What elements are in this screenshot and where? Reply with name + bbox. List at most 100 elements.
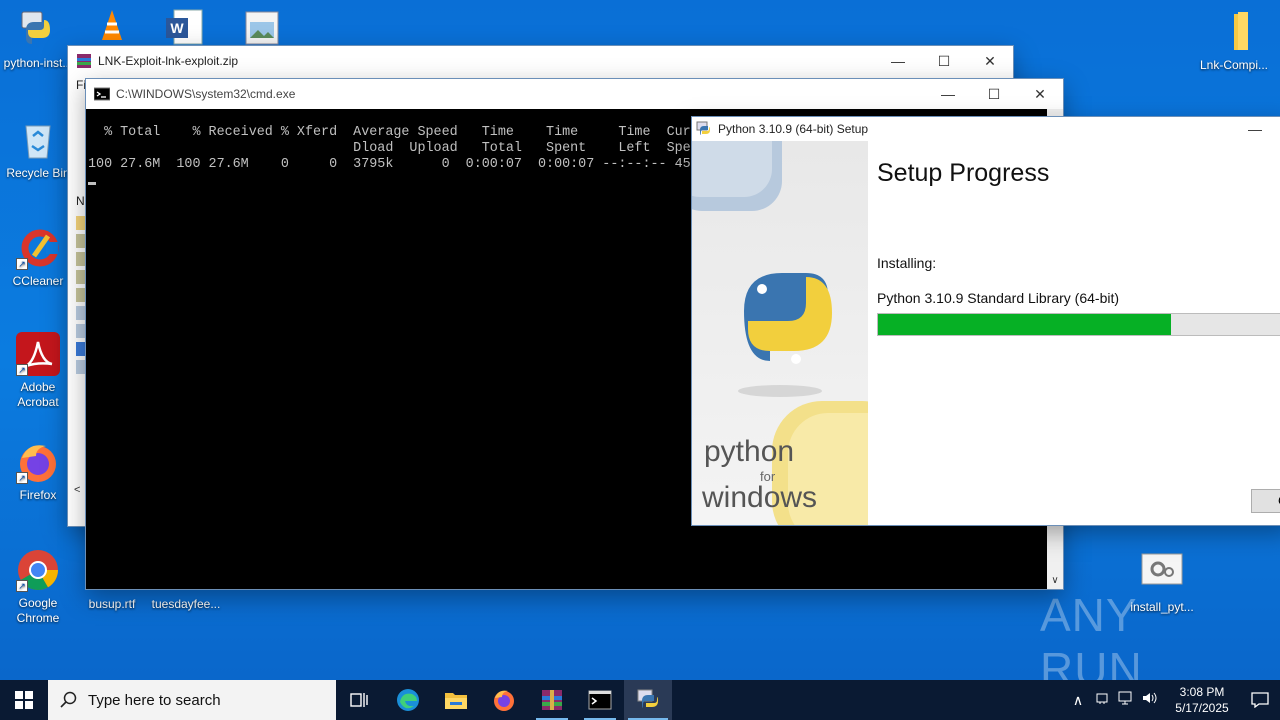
maximize-button[interactable]: ☐ <box>921 46 967 76</box>
tray-device-icon[interactable] <box>1090 691 1114 710</box>
notification-icon <box>1251 692 1269 708</box>
desktop-icon-vlc[interactable] <box>92 6 132 46</box>
minimize-button[interactable]: — <box>875 46 921 76</box>
chrome-icon: ↗ <box>16 548 60 592</box>
usb-device-icon <box>1096 693 1108 704</box>
install-progress-fill <box>878 314 1171 335</box>
winrar-column-header[interactable]: N <box>76 194 85 208</box>
taskbar-search-box[interactable]: Type here to search <box>48 680 336 720</box>
clock-time: 3:08 PM <box>1179 685 1225 699</box>
close-button[interactable]: ✕ <box>967 46 1013 76</box>
clock[interactable]: 3:08 PM 5/17/2025 <box>1164 684 1240 716</box>
desktop-icon-lnk-compi[interactable]: Lnk-Compi... <box>1196 10 1272 73</box>
file-row-icon <box>76 342 86 356</box>
start-button[interactable] <box>0 680 48 720</box>
vlc-icon <box>102 10 122 40</box>
desktop-icon-label: Google Chrome <box>16 596 60 625</box>
desktop-icon-firefox[interactable]: ↗ Firefox <box>0 440 76 503</box>
desktop-icon-recycle-bin[interactable]: Recycle Bin <box>0 118 76 181</box>
winrar-titlebar[interactable]: LNK-Exploit-lnk-exploit.zip — ☐ ✕ <box>68 46 1013 76</box>
taskbar-winrar[interactable] <box>528 680 576 720</box>
clock-date: 5/17/2025 <box>1175 701 1229 715</box>
taskbar-cmd[interactable] <box>576 680 624 720</box>
cmd-title: C:\WINDOWS\system32\cmd.exe <box>116 87 296 101</box>
action-center-icon[interactable] <box>1240 692 1280 708</box>
folder-icon <box>1212 10 1256 54</box>
install-progress-bar <box>877 313 1280 336</box>
taskbar-python-setup[interactable] <box>624 680 672 720</box>
shortcut-arrow-icon: ↗ <box>16 580 28 592</box>
scroll-left-arrow[interactable]: < <box>74 484 80 496</box>
file-row-icon <box>76 288 86 302</box>
python-setup-icon <box>696 121 712 137</box>
file-row-icon <box>76 216 86 230</box>
python-setup-icon <box>637 689 658 708</box>
desktop-icon-label: CCleaner <box>12 274 64 288</box>
desktop-icon-label: Recycle Bin <box>6 166 70 180</box>
word-document-icon: W <box>166 9 203 45</box>
setup-titlebar[interactable]: Python 3.10.9 (64-bit) Setup — <box>692 117 1280 141</box>
file-row-icon <box>76 252 86 266</box>
desktop-icon-label: python-inst... <box>3 56 73 70</box>
desktop-icon-label: Firefox <box>19 488 57 502</box>
edge-icon <box>397 689 419 711</box>
shortcut-arrow-icon: ↗ <box>16 258 28 270</box>
banner-python-word: python <box>704 435 795 468</box>
desktop-icon-google-chrome[interactable]: ↗ Google Chrome <box>0 548 76 626</box>
cancel-button[interactable]: C <box>1251 489 1280 513</box>
desktop-icon-label: Adobe Acrobat <box>17 380 59 409</box>
shortcut-arrow-icon: ↗ <box>16 364 28 376</box>
winrar-menu-fragment[interactable]: Fi <box>76 78 86 92</box>
installing-label: Installing: <box>877 255 937 271</box>
desktop-icon-python-installer[interactable]: python-inst... <box>0 8 76 71</box>
setup-title: Python 3.10.9 (64-bit) Setup <box>718 122 869 136</box>
recycle-bin-icon <box>16 118 60 162</box>
task-view-button[interactable] <box>336 680 384 720</box>
winrar-file-list <box>76 216 86 378</box>
file-row-icon <box>76 270 86 284</box>
image-file-icon <box>245 11 279 45</box>
desktop-icon-label: Lnk-Compi... <box>1199 58 1269 72</box>
python-setup-window[interactable]: Python 3.10.9 (64-bit) Setup — python fo… <box>692 117 1280 525</box>
taskbar: Type here to search ∧ 3:08 PM 5/17/2025 <box>0 680 1280 720</box>
shortcut-arrow-icon: ↗ <box>16 472 28 484</box>
file-row-icon <box>76 360 86 374</box>
search-icon <box>60 691 77 708</box>
banner-windows-word: windows <box>702 481 818 514</box>
folder-icon <box>445 693 467 709</box>
speaker-icon <box>1143 692 1157 703</box>
file-row-icon <box>76 306 86 320</box>
maximize-button[interactable]: ☐ <box>971 79 1017 109</box>
minimize-button[interactable]: — <box>925 79 971 109</box>
search-placeholder: Type here to search <box>88 691 221 709</box>
taskbar-edge[interactable] <box>384 680 432 720</box>
adobe-acrobat-icon: ↗ <box>16 332 60 376</box>
network-icon[interactable] <box>1114 691 1138 710</box>
anyrun-watermark: ANY RUN <box>1040 589 1240 695</box>
python-installer-icon <box>16 8 60 52</box>
taskbar-file-explorer[interactable] <box>432 680 480 720</box>
desktop-icon-tuesday-label[interactable]: tuesdayfee... <box>150 597 222 611</box>
minimize-button[interactable]: — <box>1232 117 1278 141</box>
windows-logo-icon <box>15 691 33 709</box>
python-banner: python for windows <box>692 141 868 525</box>
svg-text:W: W <box>170 20 184 36</box>
file-row-icon <box>76 234 86 248</box>
taskbar-firefox[interactable] <box>480 680 528 720</box>
scroll-down-arrow[interactable]: ∨ <box>1047 575 1063 589</box>
current-install-item: Python 3.10.9 Standard Library (64-bit) <box>877 290 1120 306</box>
firefox-icon: ↗ <box>16 440 60 484</box>
desktop-icon-word-doc[interactable]: W <box>164 8 204 46</box>
file-row-icon <box>76 324 86 338</box>
desktop-icon-image-file[interactable] <box>244 10 280 46</box>
desktop-icon-ccleaner[interactable]: ↗ CCleaner <box>0 226 76 289</box>
close-button[interactable]: ✕ <box>1017 79 1063 109</box>
cmd-titlebar[interactable]: C:\WINDOWS\system32\cmd.exe — ☐ ✕ <box>86 79 1063 109</box>
ccleaner-icon: ↗ <box>16 226 60 270</box>
desktop-icon-busup-label[interactable]: busup.rtf <box>84 597 140 611</box>
show-hidden-icons-chevron-icon[interactable]: ∧ <box>1066 692 1090 709</box>
console-cursor <box>88 182 96 185</box>
volume-icon[interactable] <box>1138 691 1162 710</box>
desktop-icon-adobe-acrobat[interactable]: ↗ Adobe Acrobat <box>0 332 76 410</box>
winrar-icon <box>542 690 562 710</box>
